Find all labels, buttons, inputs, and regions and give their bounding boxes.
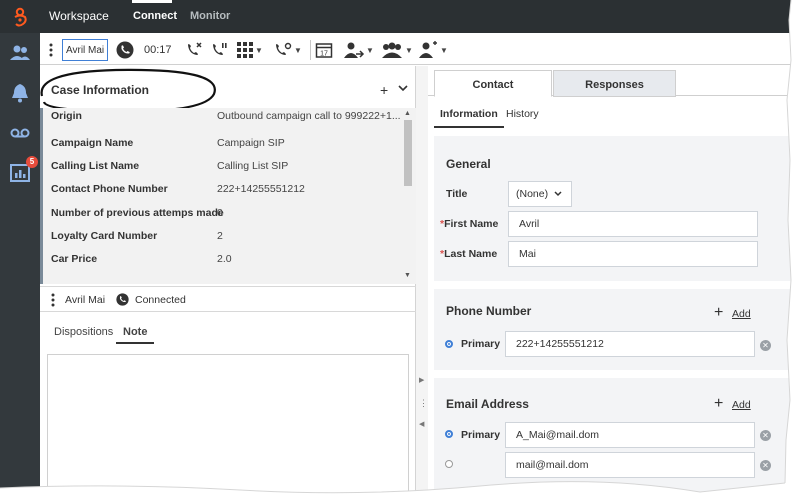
torn-edge-decoration bbox=[0, 0, 800, 500]
